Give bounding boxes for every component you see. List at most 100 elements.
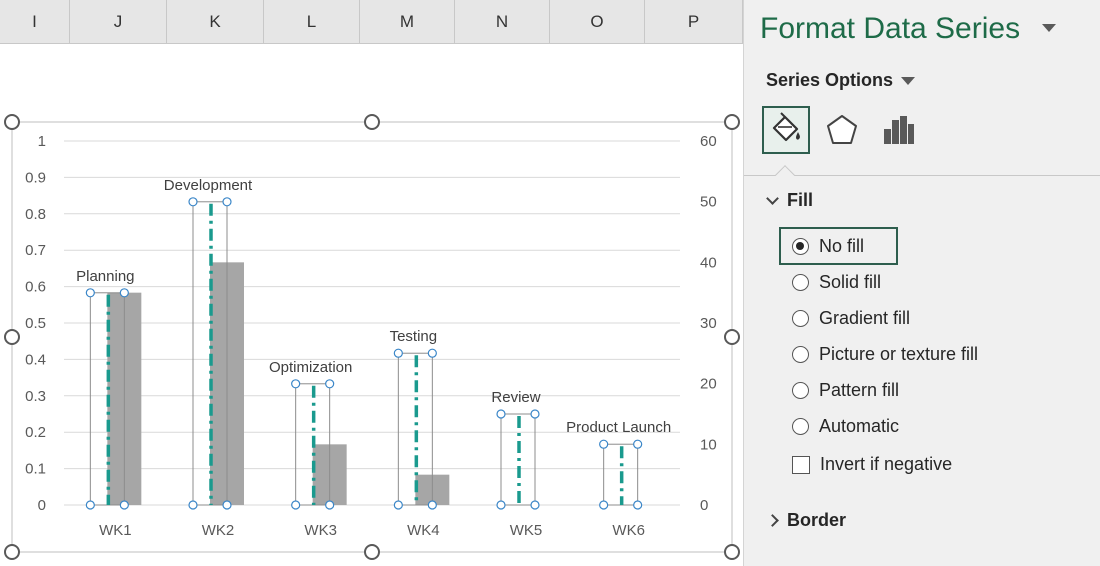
- radio-icon: [792, 346, 809, 363]
- radio-icon: [792, 238, 809, 255]
- selection-handle[interactable]: [496, 500, 506, 510]
- left-axis-tick-label: 0.1: [25, 461, 46, 478]
- fill-option-gradient-fill[interactable]: Gradient fill: [792, 308, 910, 329]
- selection-handle[interactable]: [496, 409, 506, 419]
- selection-handle[interactable]: [325, 500, 335, 510]
- category-label: WK3: [304, 522, 337, 539]
- right-axis-tick-label: 50: [700, 194, 717, 211]
- selection-handle[interactable]: [188, 500, 198, 510]
- milestone-data-label: Optimization: [269, 359, 352, 376]
- fill-option-label: Picture or texture fill: [819, 344, 979, 364]
- category-label: WK6: [612, 522, 645, 539]
- radio-icon: [792, 310, 809, 327]
- category-label: WK1: [99, 522, 132, 539]
- left-axis-tick-label: 0.4: [25, 351, 46, 368]
- radio-icon: [792, 418, 809, 435]
- selection-handle[interactable]: [427, 348, 437, 358]
- fill-option-picture-or-texture-fill[interactable]: Picture or texture fill: [792, 344, 978, 365]
- fill-section-label: Fill: [787, 190, 813, 210]
- right-axis-tick-label: 40: [700, 254, 717, 271]
- chart-resize-handle[interactable]: [724, 544, 740, 560]
- tab-fill-line[interactable]: [762, 106, 810, 154]
- selection-handle[interactable]: [427, 500, 437, 510]
- selection-handle[interactable]: [530, 500, 540, 510]
- selection-handle[interactable]: [599, 439, 609, 449]
- left-axis-tick-label: 0.7: [25, 242, 46, 259]
- right-axis-tick-label: 30: [700, 315, 717, 332]
- selection-handle[interactable]: [530, 409, 540, 419]
- category-label: WK4: [407, 522, 440, 539]
- fill-option-label: Solid fill: [819, 272, 882, 292]
- fill-section-header[interactable]: Fill: [766, 190, 813, 211]
- checkbox-icon: [792, 455, 810, 474]
- fill-option-pattern-fill[interactable]: Pattern fill: [792, 380, 899, 401]
- selection-handle[interactable]: [222, 500, 232, 510]
- selection-handle[interactable]: [325, 379, 335, 389]
- selection-handle[interactable]: [188, 197, 198, 207]
- series-options-label: Series Options: [766, 70, 894, 90]
- border-section-label: Border: [787, 510, 847, 530]
- chart-resize-handle[interactable]: [4, 329, 20, 345]
- left-axis-tick-label: 1: [38, 133, 46, 150]
- radio-icon: [792, 274, 809, 291]
- selection-handle[interactable]: [291, 500, 301, 510]
- chart-resize-handle[interactable]: [364, 114, 380, 130]
- chevron-down-icon: [901, 76, 916, 85]
- selection-handle[interactable]: [85, 288, 95, 298]
- selection-handle[interactable]: [291, 379, 301, 389]
- chart-resize-handle[interactable]: [4, 544, 20, 560]
- border-section-header[interactable]: Border: [766, 510, 847, 531]
- radio-icon: [792, 382, 809, 399]
- fill-option-label: Automatic: [819, 416, 900, 436]
- tab-series-options[interactable]: [874, 106, 922, 154]
- selection-handle[interactable]: [633, 500, 643, 510]
- right-axis-tick-label: 0: [700, 497, 708, 514]
- selection-handle[interactable]: [119, 500, 129, 510]
- pane-title: Format Data Series: [760, 12, 1021, 45]
- format-data-series-pane: Format Data Series Series Options Fill N: [743, 0, 1100, 566]
- right-axis-tick-label: 20: [700, 376, 717, 393]
- fill-option-solid-fill[interactable]: Solid fill: [792, 272, 881, 293]
- chart-resize-handle[interactable]: [724, 114, 740, 130]
- invert-if-negative-label: Invert if negative: [820, 454, 953, 474]
- fill-option-label: No fill: [819, 236, 865, 256]
- right-axis-tick-label: 10: [700, 436, 717, 453]
- left-axis-tick-label: 0.9: [25, 169, 46, 186]
- active-tab-pointer: [775, 165, 795, 185]
- milestone-data-label: Testing: [390, 328, 438, 345]
- fill-option-label: Pattern fill: [819, 380, 900, 400]
- category-label: WK5: [510, 522, 543, 539]
- fill-option-label: Gradient fill: [819, 308, 911, 328]
- pane-options-caret-icon[interactable]: [1042, 24, 1056, 32]
- left-axis-tick-label: 0.3: [25, 388, 46, 405]
- selection-handle[interactable]: [633, 439, 643, 449]
- tab-divider: [744, 175, 1100, 176]
- chevron-down-icon: [766, 192, 779, 205]
- selection-handle[interactable]: [393, 348, 403, 358]
- chart-resize-handle[interactable]: [4, 114, 20, 130]
- selection-handle[interactable]: [222, 197, 232, 207]
- category-label: WK2: [202, 522, 235, 539]
- chevron-right-icon: [766, 514, 779, 527]
- fill-option-no-fill[interactable]: No fill: [792, 236, 864, 257]
- milestone-data-label: Review: [491, 389, 540, 406]
- right-axis-tick-label: 60: [700, 133, 717, 150]
- left-axis-tick-label: 0.5: [25, 315, 46, 332]
- selection-handle[interactable]: [85, 500, 95, 510]
- series-options-dropdown[interactable]: Series Options: [766, 70, 916, 91]
- chart-resize-handle[interactable]: [364, 544, 380, 560]
- left-axis-tick-label: 0: [38, 497, 46, 514]
- milestone-data-label: Product Launch: [566, 419, 671, 436]
- selection-handle[interactable]: [393, 500, 403, 510]
- invert-if-negative-checkbox[interactable]: Invert if negative: [792, 454, 952, 475]
- tab-effects[interactable]: [818, 106, 866, 154]
- paint-bucket-icon: [772, 112, 800, 142]
- chart[interactable]: 1 0.9 0.8 0.7 0.6 0.5 0.4 0.3 0.2 0.1 0 60 50 40 30 20 1…: [0, 0, 743, 566]
- selection-handle[interactable]: [599, 500, 609, 510]
- fill-option-automatic[interactable]: Automatic: [792, 416, 899, 437]
- left-axis-tick-label: 0.8: [25, 206, 46, 223]
- milestone-data-label: Development: [164, 177, 253, 194]
- chart-resize-handle[interactable]: [724, 329, 740, 345]
- selection-handle[interactable]: [119, 288, 129, 298]
- left-axis-tick-label: 0.6: [25, 279, 46, 296]
